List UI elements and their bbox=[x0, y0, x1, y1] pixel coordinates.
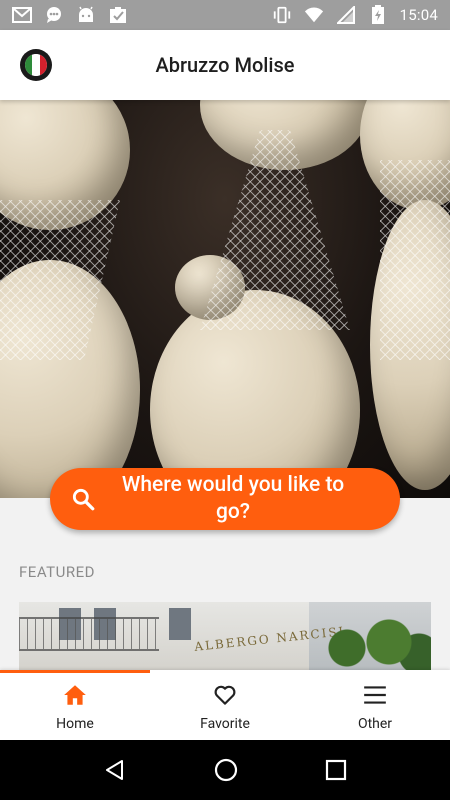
hero-image bbox=[0, 100, 450, 498]
nav-item-favorite[interactable]: Favorite bbox=[150, 670, 300, 740]
status-left-icons bbox=[12, 6, 128, 24]
nav-label-other: Other bbox=[357, 716, 393, 732]
search-button[interactable]: Where would you like to go? bbox=[50, 468, 400, 530]
app-bar: Abruzzo Molise bbox=[0, 30, 450, 100]
nav-item-home[interactable]: Home bbox=[0, 670, 150, 740]
featured-card[interactable]: ALBERGO NARCISI bbox=[19, 602, 431, 672]
featured-heading: FEATURED bbox=[19, 563, 95, 581]
system-nav-bar bbox=[0, 740, 450, 800]
wifi-icon bbox=[304, 6, 324, 24]
recents-icon[interactable] bbox=[325, 759, 347, 781]
status-right-icons: 15:04 bbox=[272, 5, 438, 24]
page-title: Abruzzo Molise bbox=[155, 53, 295, 77]
status-bar: 15:04 bbox=[0, 0, 450, 30]
status-time: 15:04 bbox=[399, 6, 438, 24]
gmail-icon bbox=[12, 6, 32, 24]
menu-icon bbox=[364, 686, 386, 704]
chat-icon bbox=[44, 6, 64, 24]
vibrate-icon bbox=[272, 6, 292, 24]
search-label: Where would you like to go? bbox=[121, 473, 345, 524]
search-icon bbox=[72, 488, 95, 511]
signal-icon bbox=[336, 6, 356, 24]
active-tab-indicator bbox=[0, 670, 150, 673]
back-icon[interactable] bbox=[103, 758, 127, 782]
clipboard-icon bbox=[108, 6, 128, 24]
nav-label-home: Home bbox=[56, 716, 94, 732]
android-icon bbox=[76, 6, 96, 24]
balcony-railing bbox=[19, 617, 159, 651]
battery-charging-icon bbox=[368, 5, 388, 24]
nav-item-other[interactable]: Other bbox=[300, 670, 450, 740]
nav-label-favorite: Favorite bbox=[200, 716, 250, 732]
bottom-nav: Home Favorite Other bbox=[0, 670, 450, 740]
plants bbox=[311, 612, 431, 672]
home-circle-icon[interactable] bbox=[213, 757, 239, 783]
heart-icon bbox=[214, 685, 236, 705]
home-icon bbox=[64, 685, 86, 705]
